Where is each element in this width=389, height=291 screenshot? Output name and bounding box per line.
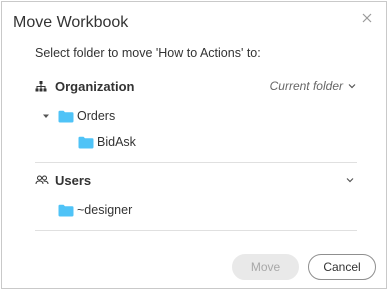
- organization-section-header: Organization Current folder: [35, 76, 357, 96]
- current-folder-dropdown[interactable]: Current folder: [270, 79, 357, 93]
- section-divider: [35, 162, 357, 163]
- org-hierarchy-icon: [35, 79, 51, 93]
- section-divider: [35, 230, 357, 231]
- folder-icon: [58, 110, 74, 122]
- move-workbook-dialog: Move Workbook Select folder to move 'How…: [1, 1, 387, 289]
- users-section-header[interactable]: Users: [35, 170, 357, 190]
- organization-label: Organization: [55, 78, 135, 94]
- users-icon: [35, 173, 51, 187]
- tree-item-orders[interactable]: Orders: [42, 108, 115, 124]
- instruction-text: Select folder to move 'How to Actions' t…: [35, 46, 261, 60]
- dialog-title: Move Workbook: [13, 14, 129, 31]
- tree-item-label: ~designer: [77, 203, 133, 217]
- cancel-button[interactable]: Cancel: [308, 254, 376, 280]
- chevron-down-icon: [348, 84, 356, 89]
- chevron-down-icon[interactable]: [345, 175, 355, 185]
- tree-item-bidask[interactable]: BidAsk: [78, 134, 136, 150]
- caret-down-icon[interactable]: [42, 112, 50, 120]
- tree-item-label: BidAsk: [97, 135, 136, 149]
- move-button[interactable]: Move: [232, 254, 299, 280]
- users-label: Users: [55, 172, 92, 188]
- folder-icon: [78, 136, 94, 148]
- close-icon[interactable]: [360, 11, 374, 25]
- folder-icon: [58, 204, 74, 216]
- current-folder-label: Current folder: [269, 79, 343, 93]
- tree-item-label: Orders: [77, 109, 116, 123]
- tree-item-designer[interactable]: ~designer: [58, 202, 132, 218]
